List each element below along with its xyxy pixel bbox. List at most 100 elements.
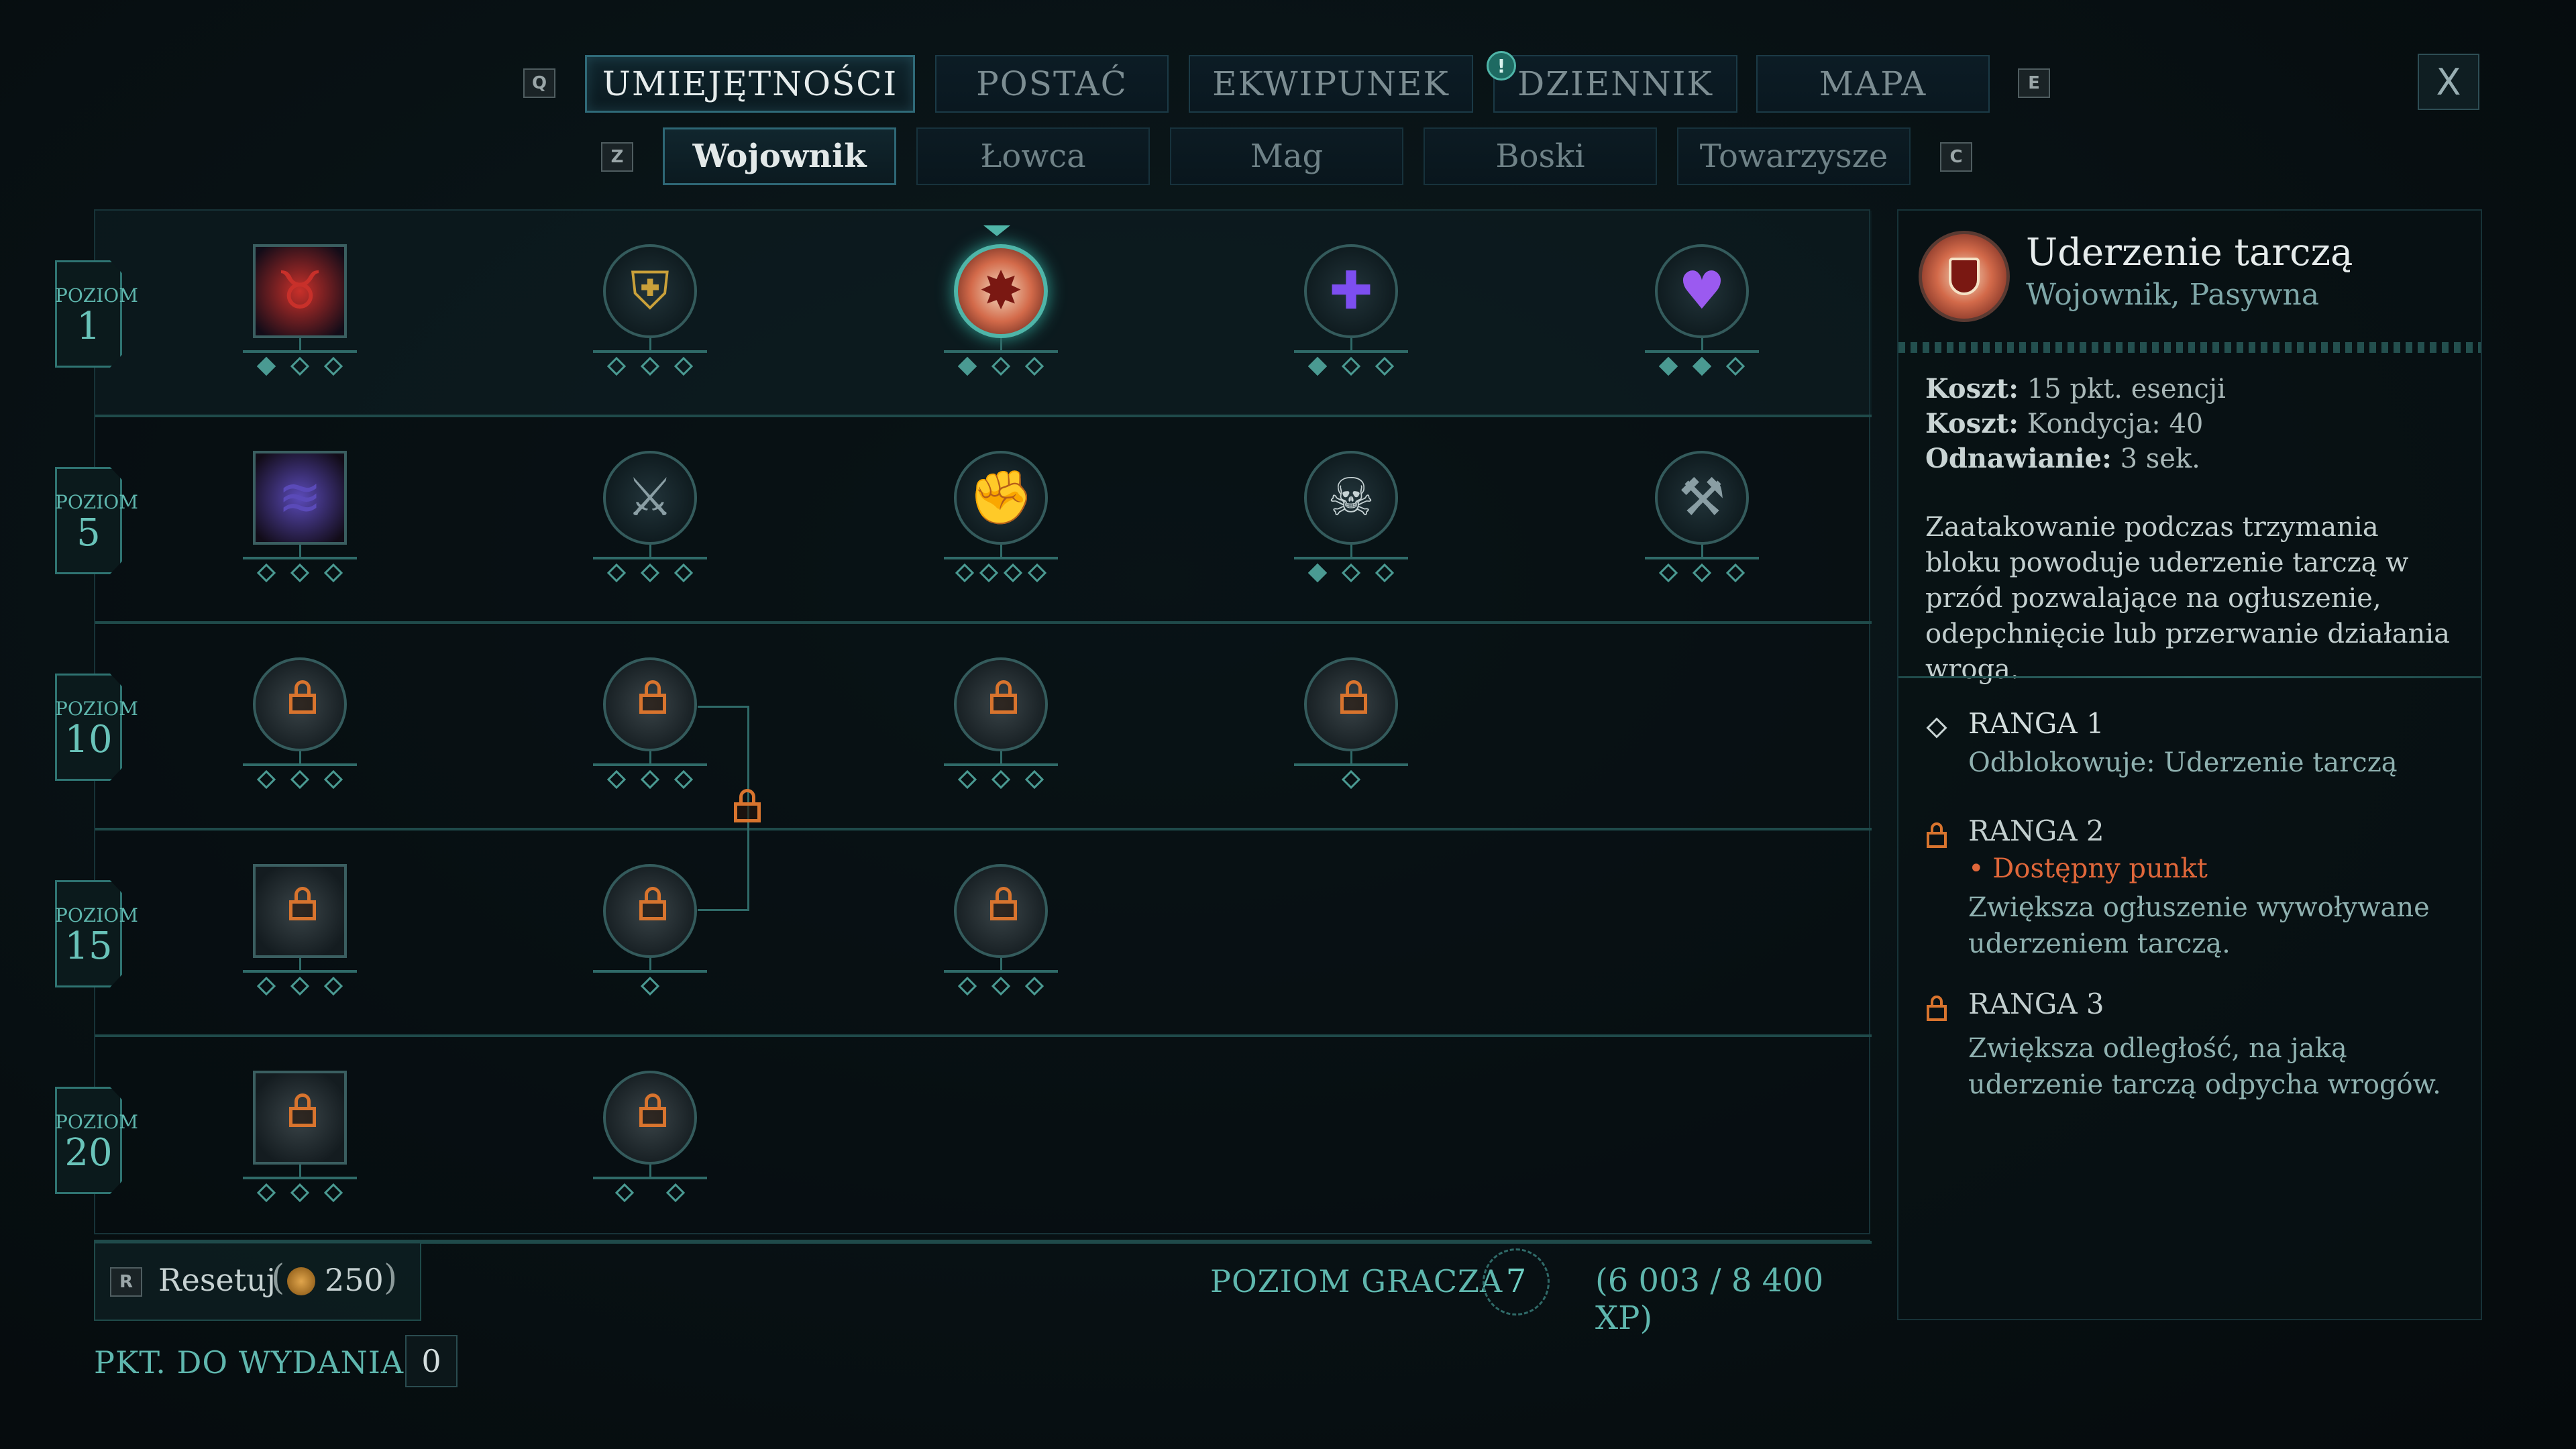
rank-1-text: Odblokowuje: Uderzenie tarczą [1968,747,2398,778]
rank-pips [1294,563,1408,583]
tab-journal[interactable]: DZIENNIK [1493,55,1737,113]
skill-node[interactable] [944,864,1058,998]
rank-pips [593,356,707,376]
rank-pip [991,976,1011,996]
lock-icon [639,1093,666,1130]
reset-label: Resetuj [158,1262,276,1298]
reset-key: R [110,1267,142,1297]
rank-pips [1294,356,1408,376]
skill-node[interactable] [1294,657,1408,792]
rank-pip [1024,976,1044,996]
rank-pip [957,976,977,996]
rank-pips [1645,356,1759,376]
rank-pip [1692,356,1712,376]
cross-heal-icon: ✚ [1304,244,1398,338]
vortex-lock-icon [603,864,697,958]
detail-divider-2 [1898,676,2481,678]
level-prefix: POZIOM [55,491,138,513]
level-marker: POZIOM 1 [55,247,138,368]
rank-pips [944,356,1058,376]
rank-3-lock-icon [1927,996,1947,1024]
subtab-warrior[interactable]: Wojownik [663,127,896,185]
subtab-divine[interactable]: Boski [1424,127,1657,185]
level-marker: POZIOM 15 [55,867,138,987]
reset-button[interactable]: R Resetuj ( 250 ) [94,1242,421,1321]
rank-pip [665,1183,686,1203]
lock-icon [289,1093,316,1130]
skill-node[interactable]: ✊ [944,451,1058,585]
rank-2-text: Zwiększa ogłuszenie wywoływane uderzenie… [1968,892,2430,959]
target-lock-icon [1304,657,1398,751]
tab-equipment[interactable]: EKWIPUNEK [1189,55,1473,113]
prev-subtab-key[interactable]: Z [601,142,633,172]
rank-pip [614,1183,635,1203]
rank-pip [323,976,343,996]
detail-divider [1898,342,2481,353]
rank-pip [323,1183,343,1203]
subtab-hunter[interactable]: Łowca [916,127,1150,185]
lock-icon [289,680,316,716]
skill-node[interactable]: ≋ [243,451,357,585]
prev-tab-key[interactable]: Q [523,68,555,98]
next-subtab-key[interactable]: C [1940,142,1972,172]
detail-skill-icon [1919,231,2010,322]
rank-pips [593,769,707,790]
tab-character[interactable]: POSTAĆ [935,55,1169,113]
player-level-label: POZIOM GRACZA [1210,1263,1503,1299]
tab-skills[interactable]: UMIEJĘTNOŚCI [585,55,915,113]
fist-icon: ✊ [954,451,1048,545]
skill-node[interactable] [243,657,357,792]
rank-pip [256,1183,276,1203]
rank-pip [290,356,310,376]
lock-icon [990,680,1017,716]
rank-pip [1725,356,1746,376]
level-prefix: POZIOM [55,1111,138,1133]
skill-node[interactable]: ♥ [1645,244,1759,378]
rank-1-diamond-icon [1926,717,1947,739]
skill-node[interactable] [593,864,707,998]
rank-pip [1024,769,1044,790]
rank-pips [1294,769,1408,790]
shield-glow-icon: ⛨ [603,244,697,338]
skill-node[interactable]: ☠ [1294,451,1408,585]
rank-pips [243,356,357,376]
skill-node[interactable] [243,864,357,998]
rank-pip [606,563,627,583]
rank-1-title: RANGA 1 [1968,707,2104,740]
rank-pip [290,1183,310,1203]
rank-pip [290,976,310,996]
skill-node[interactable] [593,1071,707,1205]
whirl-lock-icon [253,657,347,751]
skill-node[interactable] [944,657,1058,792]
skill-node[interactable]: ⚒ [1645,451,1759,585]
subtab-mage[interactable]: Mag [1170,127,1403,185]
skill-node[interactable] [243,1071,357,1205]
next-tab-key[interactable]: E [2018,68,2050,98]
journal-notification-badge: ! [1487,51,1516,80]
coin-icon [287,1267,315,1295]
stat-value: Kondycja: 40 [2027,409,2204,439]
rank-pip [957,769,977,790]
skill-node[interactable]: ✸ [944,244,1058,378]
level-number: 5 [76,511,101,555]
rank-pip [1341,356,1361,376]
skill-node[interactable] [593,657,707,792]
rank-pip [256,769,276,790]
rank-pips [944,563,1058,583]
rank-pips [593,976,707,996]
rank-pip [1027,563,1047,583]
rank-pip [1024,356,1044,376]
level-prefix: POZIOM [55,284,138,307]
skill-node[interactable]: ✚ [1294,244,1408,378]
stat-value: 3 sek. [2120,443,2200,474]
subtab-companions[interactable]: Towarzysze [1677,127,1911,185]
rank-pip [674,769,694,790]
rank-pips [944,976,1058,996]
skill-node[interactable]: ♉ [243,244,357,378]
close-button[interactable]: X [2418,54,2479,110]
lock-icon [639,680,666,716]
skill-node[interactable]: ⛨ [593,244,707,378]
skill-node[interactable]: ⚔ [593,451,707,585]
tab-map[interactable]: MAPA [1756,55,1990,113]
claw-slash-icon: ≋ [253,451,347,545]
